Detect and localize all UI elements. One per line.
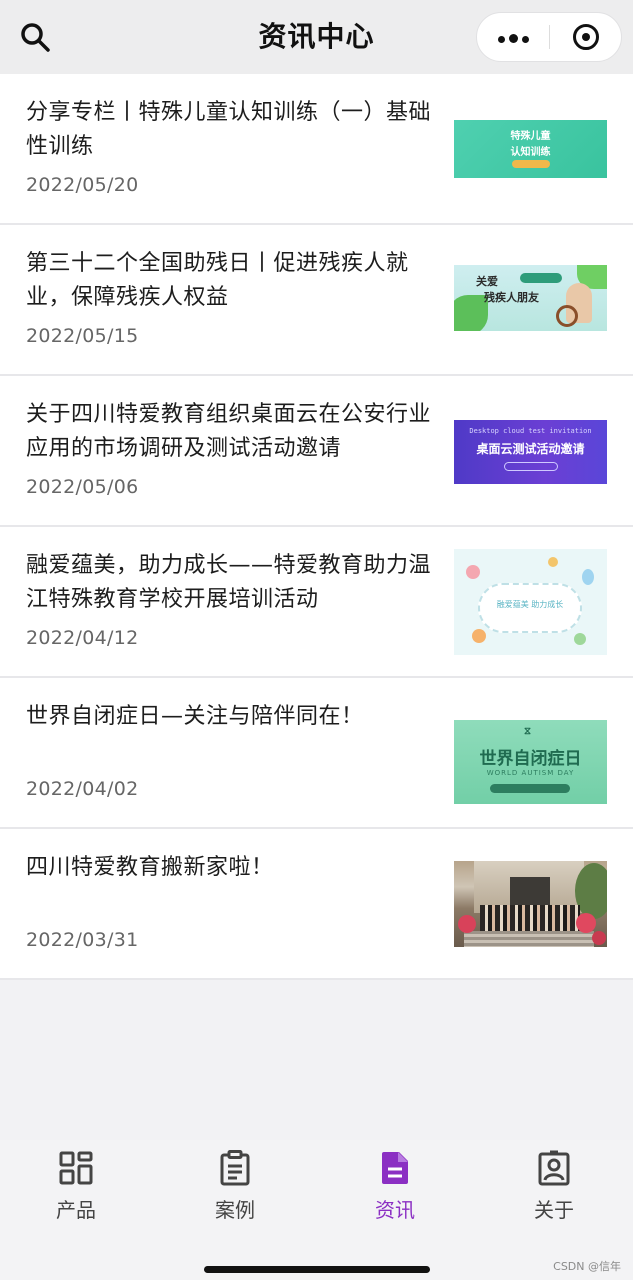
news-item[interactable]: 第三十二个全国助残日丨促进残疾人就业，保障残疾人权益 2022/05/15 关爱… [0,225,633,376]
news-title: 关于四川特爱教育组织桌面云在公安行业应用的市场调研及测试活动邀请 [26,402,432,461]
news-item[interactable]: 分享专栏丨特殊儿童认知训练（一）基础性训练 2022/05/20 特殊儿童 认知… [0,74,633,225]
news-item[interactable]: 世界自闭症日—关注与陪伴同在！ 2022/04/02 ⧖ 世界自闭症日 WORL… [0,678,633,829]
news-date: 2022/05/20 [26,174,139,196]
document-icon [377,1150,413,1186]
tab-label: 产品 [56,1198,96,1222]
home-indicator [204,1266,430,1273]
news-thumbnail: ⧖ 世界自闭症日 WORLD AUTISM DAY [454,720,607,804]
news-title: 分享专栏丨特殊儿童认知训练（一）基础性训练 [26,100,432,159]
tab-label: 关于 [534,1198,574,1222]
news-date: 2022/03/31 [26,929,139,951]
news-title: 第三十二个全国助残日丨促进残疾人就业，保障残疾人权益 [26,251,409,310]
news-date: 2022/04/02 [26,778,139,800]
close-button[interactable] [550,13,622,61]
news-thumbnail: 融爱蕴美 助力成长 [454,549,607,655]
nav-bar: 资讯中心 [0,0,633,74]
badge-icon [536,1150,572,1186]
news-date: 2022/05/15 [26,325,139,347]
news-thumbnail: Desktop cloud test invitation 桌面云测试活动邀请 [454,420,607,484]
news-date: 2022/04/12 [26,627,139,649]
tab-bar: 产品 案例 资讯 关于 [0,1140,633,1280]
tab-about[interactable]: 关于 [504,1150,604,1230]
news-title: 融爱蕴美，助力成长——特爱教育助力温江特殊教育学校开展培训活动 [26,553,432,612]
news-thumbnail: 关爱 残疾人朋友 [454,265,607,331]
more-dots-icon [496,28,531,47]
news-thumbnail: 特殊儿童 认知训练 [454,120,607,178]
target-close-icon [573,24,599,50]
more-button[interactable] [477,13,550,61]
page: 资讯中心 分享专栏丨特殊儿童认知训练（一）基础性训练 2022/05/20 特殊… [0,0,633,1280]
tab-news[interactable]: 资讯 [345,1150,445,1230]
mini-program-capsule [476,12,622,62]
news-date: 2022/05/06 [26,476,139,498]
news-item[interactable]: 关于四川特爱教育组织桌面云在公安行业应用的市场调研及测试活动邀请 2022/05… [0,376,633,527]
news-list: 分享专栏丨特殊儿童认知训练（一）基础性训练 2022/05/20 特殊儿童 认知… [0,74,633,980]
news-thumbnail-photo [454,861,607,947]
watermark: CSDN @信年 [553,1260,621,1273]
tab-label: 资讯 [375,1198,415,1222]
clipboard-icon [217,1150,253,1186]
grid-icon [58,1150,94,1186]
news-item[interactable]: 融爱蕴美，助力成长——特爱教育助力温江特殊教育学校开展培训活动 2022/04/… [0,527,633,678]
tab-products[interactable]: 产品 [26,1150,126,1230]
news-item[interactable]: 四川特爱教育搬新家啦！ 2022/03/31 [0,829,633,980]
tab-cases[interactable]: 案例 [185,1150,285,1230]
news-title: 世界自闭症日—关注与陪伴同在！ [26,704,364,729]
tab-label: 案例 [215,1198,255,1222]
news-title: 四川特爱教育搬新家啦！ [26,855,274,880]
